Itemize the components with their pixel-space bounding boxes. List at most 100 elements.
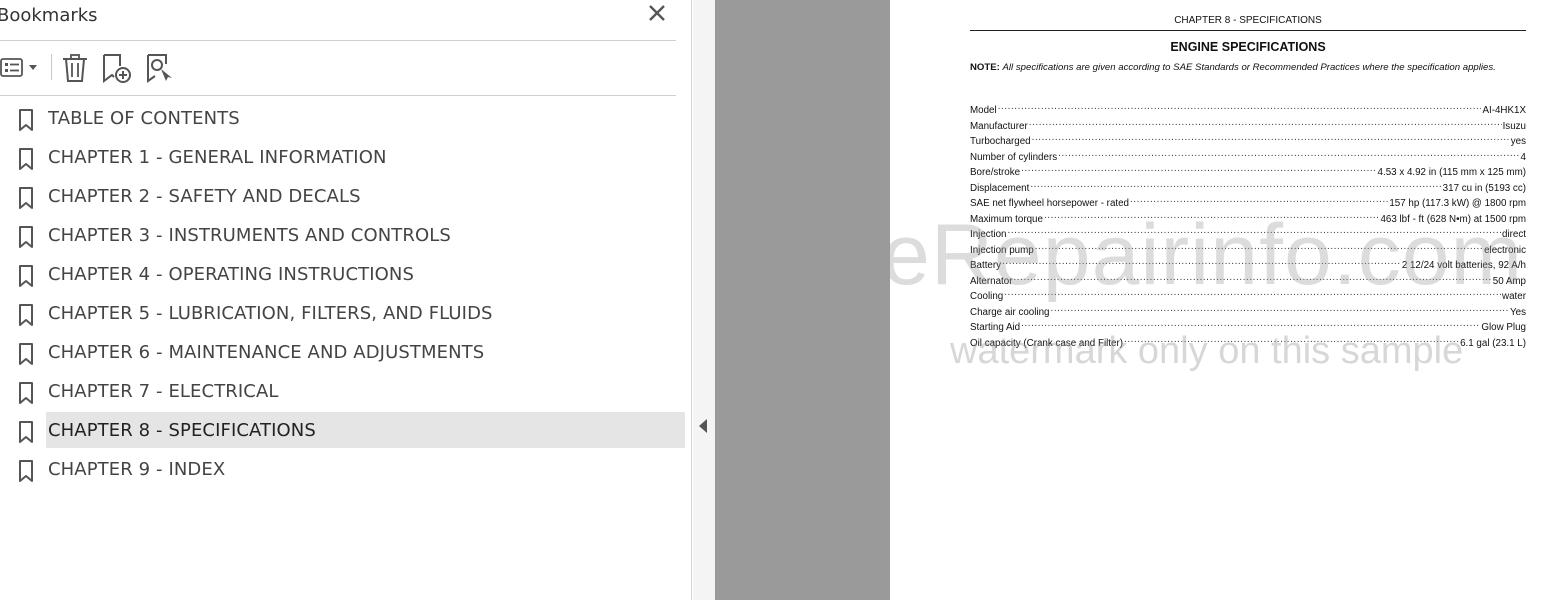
spec-row: Displacement 317 cu in (5193 cc) xyxy=(970,180,1526,196)
bookmark-item[interactable]: CHAPTER 5 - LUBRICATION, FILTERS, AND FL… xyxy=(0,295,686,331)
find-current-bookmark-icon[interactable] xyxy=(144,50,176,84)
bookmark-item[interactable]: CHAPTER 4 - OPERATING INSTRUCTIONS xyxy=(0,256,686,292)
bookmark-icon xyxy=(19,226,33,248)
bookmark-label: CHAPTER 5 - LUBRICATION, FILTERS, AND FL… xyxy=(48,303,493,324)
spec-label: Cooling xyxy=(970,291,1004,302)
note-label: NOTE: xyxy=(970,62,1000,73)
note-text: All specifications are given according t… xyxy=(1002,62,1496,73)
bookmark-item[interactable]: CHAPTER 2 - SAFETY AND DECALS xyxy=(0,178,686,214)
bookmark-label: CHAPTER 9 - INDEX xyxy=(48,459,226,480)
bookmark-item[interactable]: CHAPTER 9 - INDEX xyxy=(0,451,686,487)
trash-icon[interactable] xyxy=(60,50,90,84)
spec-value: 6.1 gal (23.1 L) xyxy=(1460,337,1526,349)
bookmark-label: CHAPTER 2 - SAFETY AND DECALS xyxy=(48,186,361,207)
spec-label: Charge air cooling xyxy=(970,306,1050,318)
spec-row: Bore/stroke 4.53 x 4.92 in (115 mm x 125 … xyxy=(970,164,1526,180)
dot-leader xyxy=(1124,335,1459,346)
spec-label: Bore/stroke xyxy=(970,167,1021,178)
document-page: CHAPTER 8 - SPECIFICATIONS ENGINE SPECIF… xyxy=(890,0,1550,600)
dot-leader xyxy=(1021,319,1480,330)
dot-leader xyxy=(1029,118,1502,129)
spec-value: 157 hp (117.3 kW) @ 1800 rpm xyxy=(1389,198,1526,209)
close-icon[interactable] xyxy=(646,2,668,24)
spec-label: Number of cylinders xyxy=(970,151,1058,163)
page-header: CHAPTER 8 - SPECIFICATIONS xyxy=(1174,15,1322,26)
spec-row: Cooling water xyxy=(970,288,1526,304)
dot-leader xyxy=(1130,195,1388,206)
spec-row: Starting Aid Glow Plug xyxy=(970,319,1526,335)
bookmark-icon xyxy=(19,109,33,131)
document-background xyxy=(715,0,890,600)
spec-value: 4 xyxy=(1520,151,1526,163)
spec-value: water xyxy=(1502,291,1526,302)
spec-label: SAE net flywheel horsepower - rated xyxy=(970,198,1130,209)
spec-row: SAE net flywheel horsepower - rated 157 h… xyxy=(970,195,1526,211)
spec-value: AI-4HK1X xyxy=(1482,105,1526,116)
panel-splitter[interactable] xyxy=(693,0,715,600)
spec-value: 317 cu in (5193 cc) xyxy=(1442,182,1526,194)
dot-leader xyxy=(1051,304,1510,315)
spec-value: Glow Plug xyxy=(1481,322,1526,333)
spec-label: Injection xyxy=(970,229,1007,240)
spec-row: Charge air cooling Yes xyxy=(970,304,1526,320)
spec-value: yes xyxy=(1510,136,1526,147)
spec-value: 463 lbf - ft (628 N•m) at 1500 rpm xyxy=(1380,213,1526,225)
section-title: ENGINE SPECIFICATIONS xyxy=(1170,40,1326,54)
bookmark-label: TABLE OF CONTENTS xyxy=(48,108,240,129)
header-rule xyxy=(970,30,1526,31)
spec-label: Oil capacity (Crank case and Filter) xyxy=(970,337,1123,349)
spec-row: Battery 2 12/24 volt batteries, 92 A/h xyxy=(970,257,1526,273)
dot-leader xyxy=(1058,149,1519,160)
bookmark-item[interactable]: CHAPTER 6 - MAINTENANCE AND ADJUSTMENTS xyxy=(0,334,686,370)
bookmarks-panel: Bookmarks TABLE OF CONTENTS CHAPTER 1 - … xyxy=(0,0,692,600)
list-options-icon[interactable] xyxy=(0,50,42,84)
bookmark-item[interactable]: TABLE OF CONTENTS xyxy=(0,100,686,136)
bookmark-label: CHAPTER 1 - GENERAL INFORMATION xyxy=(48,147,387,168)
spec-row: Maximum torque 463 lbf - ft (628 N•m) at … xyxy=(970,211,1526,227)
spec-list: ModelAI-4HK1XManufacturerIsuzuTurbocharg… xyxy=(970,102,1526,350)
collapse-panel-icon[interactable] xyxy=(699,419,707,433)
dot-leader xyxy=(1032,133,1510,144)
spec-value: direct xyxy=(1502,229,1526,240)
dot-leader xyxy=(1004,288,1501,299)
bookmark-icon xyxy=(19,460,33,482)
divider xyxy=(0,40,676,41)
dot-leader xyxy=(1008,226,1502,237)
spec-row: Injection direct xyxy=(970,226,1526,242)
dot-leader xyxy=(998,102,1482,113)
spec-row: Number of cylinders 4 xyxy=(970,149,1526,165)
spec-row: Alternator 50 Amp xyxy=(970,273,1526,289)
spec-row: Oil capacity (Crank case and Filter) 6.1 … xyxy=(970,335,1526,351)
spec-label: Displacement xyxy=(970,182,1030,194)
spec-value: 50 Amp xyxy=(1492,275,1526,287)
spec-row: Model AI-4HK1X xyxy=(970,102,1526,118)
panel-title: Bookmarks xyxy=(0,5,98,26)
bookmark-item[interactable]: CHAPTER 3 - INSTRUMENTS AND CONTROLS xyxy=(0,217,686,253)
bookmark-icon xyxy=(19,382,33,404)
divider xyxy=(0,95,676,96)
bookmarks-toolbar xyxy=(0,48,676,86)
bookmark-label: CHAPTER 6 - MAINTENANCE AND ADJUSTMENTS xyxy=(48,342,485,363)
bookmark-icon xyxy=(19,265,33,287)
spec-label: Battery xyxy=(970,260,1002,271)
bookmark-item[interactable]: CHAPTER 7 - ELECTRICAL xyxy=(0,373,686,409)
bookmark-item[interactable]: CHAPTER 1 - GENERAL INFORMATION xyxy=(0,139,686,175)
bookmark-icon xyxy=(19,304,33,326)
dot-leader xyxy=(1013,273,1491,284)
add-bookmark-icon[interactable] xyxy=(100,50,134,84)
spec-value: 4.53 x 4.92 in (115 mm x 125 mm) xyxy=(1377,167,1526,178)
spec-row: Turbocharged yes xyxy=(970,133,1526,149)
spec-value: electronic xyxy=(1484,244,1526,256)
dot-leader xyxy=(1035,242,1483,253)
bookmark-item[interactable]: CHAPTER 8 - SPECIFICATIONS xyxy=(0,412,686,448)
bookmark-icon xyxy=(19,343,33,365)
dot-leader xyxy=(1044,211,1379,222)
bookmark-label: CHAPTER 4 - OPERATING INSTRUCTIONS xyxy=(48,264,414,285)
dot-leader xyxy=(1021,164,1376,175)
bookmark-label: CHAPTER 8 - SPECIFICATIONS xyxy=(48,420,316,441)
spec-label: Starting Aid xyxy=(970,322,1021,333)
spec-value: Yes xyxy=(1510,306,1526,318)
bookmark-label: CHAPTER 7 - ELECTRICAL xyxy=(48,381,279,402)
spec-label: Manufacturer xyxy=(970,120,1028,132)
dot-leader xyxy=(1030,180,1441,191)
